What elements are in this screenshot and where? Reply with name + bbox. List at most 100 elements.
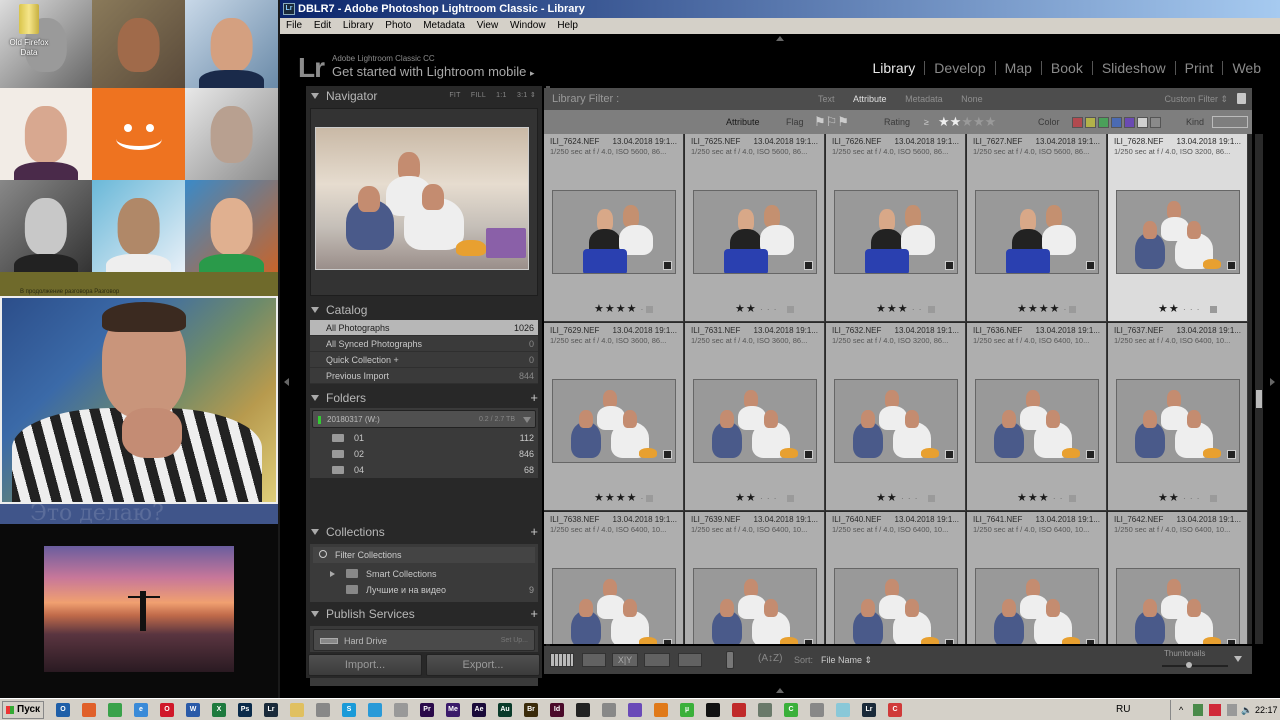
- color-swatch[interactable]: [1072, 117, 1083, 129]
- taskbar-outlook-icon[interactable]: O: [56, 703, 70, 717]
- menu-metadata[interactable]: Metadata: [423, 20, 465, 31]
- thumbnail-size-slider[interactable]: [1162, 662, 1228, 668]
- taskbar-vlc-icon[interactable]: [654, 703, 668, 717]
- module-develop[interactable]: Develop: [925, 60, 994, 76]
- filter-collections-input[interactable]: Filter Collections: [313, 547, 535, 563]
- rating-operator[interactable]: ≥: [924, 110, 929, 134]
- color-label-marker[interactable]: [928, 306, 935, 313]
- color-label-marker[interactable]: [928, 495, 935, 502]
- taskbar-app-bw-icon[interactable]: [706, 703, 720, 717]
- loupe-view-button[interactable]: [582, 653, 606, 667]
- tray-expand-icon[interactable]: ^: [1179, 700, 1183, 720]
- collections-header[interactable]: Collections +: [306, 522, 542, 542]
- color-filter-swatches[interactable]: [1072, 110, 1163, 134]
- menu-photo[interactable]: Photo: [385, 20, 411, 31]
- photo-cell[interactable]: ILI_7628.NEF 13.04.2018 19:1... 1/250 sec …: [1108, 134, 1248, 322]
- photo-thumbnail[interactable]: [552, 379, 676, 463]
- star-rating[interactable]: ★★ · · ·: [735, 491, 777, 504]
- sort-select[interactable]: File Name ⇕: [821, 655, 872, 666]
- filter-preset-select[interactable]: Custom Filter ⇕: [1164, 88, 1228, 110]
- toolbar-options-dropdown-icon[interactable]: [1234, 656, 1242, 662]
- color-label-marker[interactable]: [787, 495, 794, 502]
- photo-cell[interactable]: ILI_7624.NEF 13.04.2018 19:1... 1/250 sec …: [544, 134, 684, 322]
- publish-hard-drive[interactable]: Hard Drive Set Up...: [313, 629, 535, 651]
- setup-link[interactable]: Set Up...: [501, 630, 528, 652]
- module-map[interactable]: Map: [996, 60, 1041, 76]
- taskbar-bridge-icon[interactable]: Br: [524, 703, 538, 717]
- color-swatch[interactable]: [1124, 117, 1135, 129]
- start-button[interactable]: Пуск: [2, 701, 44, 719]
- survey-view-button[interactable]: [644, 653, 670, 667]
- module-web[interactable]: Web: [1223, 60, 1270, 76]
- taskbar-premiere-icon[interactable]: Pr: [420, 703, 434, 717]
- star-rating[interactable]: ★★★★ ·: [594, 491, 644, 504]
- star-rating[interactable]: ★★★★ ·: [1017, 302, 1067, 315]
- zoom-3-1[interactable]: 3:1 ⇕: [517, 92, 536, 99]
- zoom-fit[interactable]: FIT: [449, 92, 460, 99]
- filmstrip-toggle[interactable]: [776, 688, 784, 693]
- photo-thumbnail[interactable]: [552, 568, 676, 644]
- color-swatch[interactable]: [1111, 117, 1122, 129]
- publish-services-header[interactable]: Publish Services +: [306, 604, 542, 624]
- catalog-header[interactable]: Catalog: [306, 300, 542, 320]
- volume-icon[interactable]: 🔈: [1241, 700, 1252, 720]
- taskbar-photoshop-icon[interactable]: Ps: [238, 703, 252, 717]
- export-button[interactable]: Export...: [426, 654, 540, 676]
- color-swatch[interactable]: [1085, 117, 1096, 129]
- folder-item[interactable]: 04 68: [310, 462, 538, 478]
- module-print[interactable]: Print: [1176, 60, 1223, 76]
- photo-thumbnail[interactable]: [975, 568, 1099, 644]
- photo-thumbnail[interactable]: [1116, 568, 1240, 644]
- star-rating[interactable]: ★★ · · ·: [735, 302, 777, 315]
- language-indicator[interactable]: RU: [1116, 704, 1130, 715]
- kind-filter-icons[interactable]: [1212, 116, 1248, 128]
- folders-header[interactable]: Folders +: [306, 388, 542, 408]
- color-label-marker[interactable]: [1210, 306, 1217, 313]
- photo-cell[interactable]: ILI_7632.NEF 13.04.2018 19:1... 1/250 sec …: [826, 323, 966, 511]
- photo-cell[interactable]: ILI_7636.NEF 13.04.2018 19:1... 1/250 sec …: [967, 323, 1107, 511]
- antivirus-icon[interactable]: [1209, 704, 1221, 716]
- right-panel-toggle[interactable]: [1270, 378, 1275, 386]
- taskbar-vs-icon[interactable]: [628, 703, 642, 717]
- taskbar-after-effects-icon[interactable]: Ae: [472, 703, 486, 717]
- photo-thumbnail[interactable]: [834, 190, 958, 274]
- taskbar-utorrent-icon[interactable]: µ: [680, 703, 694, 717]
- zoom-1-1[interactable]: 1:1: [496, 92, 507, 99]
- color-label-marker[interactable]: [1069, 495, 1076, 502]
- taskbar-app-red-icon[interactable]: [732, 703, 746, 717]
- photo-thumbnail[interactable]: [834, 568, 958, 644]
- filter-tab-attribute[interactable]: Attribute: [853, 94, 887, 104]
- taskbar-app-mic-icon[interactable]: [810, 703, 824, 717]
- navigator-image[interactable]: [315, 127, 529, 270]
- people-view-button[interactable]: [678, 653, 702, 667]
- photo-cell[interactable]: ILI_7642.NEF 13.04.2018 19:1... 1/250 sec …: [1108, 512, 1248, 644]
- taskbar-app-dark-icon[interactable]: [576, 703, 590, 717]
- filter-tab-none[interactable]: None: [961, 94, 983, 104]
- taskbar-notepad-icon[interactable]: [836, 703, 850, 717]
- photo-cell[interactable]: ILI_7625.NEF 13.04.2018 19:1... 1/250 sec …: [685, 134, 825, 322]
- device-icon[interactable]: [1227, 704, 1237, 716]
- zoom-fill[interactable]: FILL: [471, 92, 486, 99]
- photo-thumbnail[interactable]: [1116, 190, 1240, 274]
- star-rating[interactable]: ★★ · · ·: [1158, 491, 1200, 504]
- star-rating[interactable]: ★★ · · ·: [876, 491, 918, 504]
- add-folder-icon[interactable]: +: [530, 388, 538, 408]
- taskbar-telegram-icon[interactable]: [368, 703, 382, 717]
- taskbar-chrome-icon[interactable]: [108, 703, 122, 717]
- photo-cell[interactable]: ILI_7631.NEF 13.04.2018 19:1... 1/250 sec …: [685, 323, 825, 511]
- photo-thumbnail[interactable]: [552, 190, 676, 274]
- photo-cell[interactable]: ILI_7641.NEF 13.04.2018 19:1... 1/250 sec …: [967, 512, 1107, 644]
- catalog-item-previous-import[interactable]: Previous Import 844: [310, 368, 538, 384]
- taskbar-word-icon[interactable]: W: [186, 703, 200, 717]
- photo-thumbnail[interactable]: [693, 190, 817, 274]
- mobile-promo[interactable]: Get started with Lightroom mobile ▸: [332, 64, 535, 79]
- taskbar-explorer-icon[interactable]: [290, 703, 304, 717]
- taskbar-skype-icon[interactable]: S: [342, 703, 356, 717]
- taskbar-lightroom-icon[interactable]: Lr: [264, 703, 278, 717]
- color-swatch[interactable]: [1098, 117, 1109, 129]
- taskbar-calc2-icon[interactable]: [602, 703, 616, 717]
- photo-thumbnail[interactable]: [693, 568, 817, 644]
- rating-filter-stars[interactable]: ★★★★★: [938, 110, 996, 134]
- taskbar-calculator-icon[interactable]: [316, 703, 330, 717]
- star-rating[interactable]: ★★★ · ·: [876, 302, 922, 315]
